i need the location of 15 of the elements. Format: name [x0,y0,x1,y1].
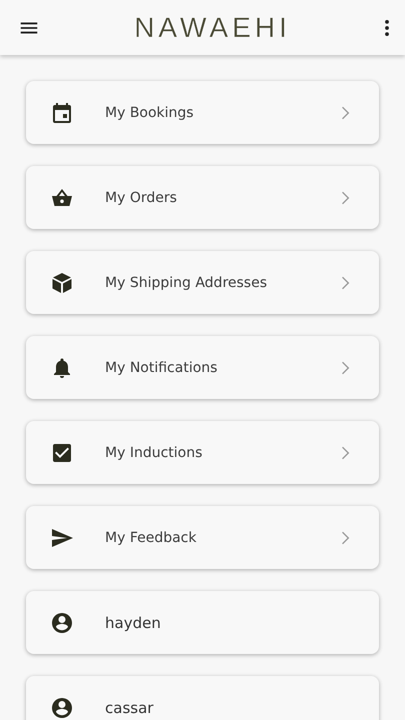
profile-card[interactable]: hayden [26,591,379,654]
menu-item[interactable]: My Shipping Addresses [26,251,379,314]
more-options-button[interactable] [382,18,391,38]
menu-item[interactable]: My Orders [26,166,379,229]
logo: NAWAEHI [134,12,291,44]
calendar-icon [50,100,74,124]
more-options-icon [384,20,389,36]
menu-item[interactable]: My Feedback [26,506,379,569]
account-icon [50,610,74,634]
menu-item[interactable]: My Inductions [26,421,379,484]
menu-item[interactable]: My Bookings [26,81,379,144]
menu-item[interactable]: My Notifications [26,336,379,399]
account-icon [50,696,74,720]
cube-icon [50,270,74,294]
profile-card[interactable]: cassar [26,676,379,720]
